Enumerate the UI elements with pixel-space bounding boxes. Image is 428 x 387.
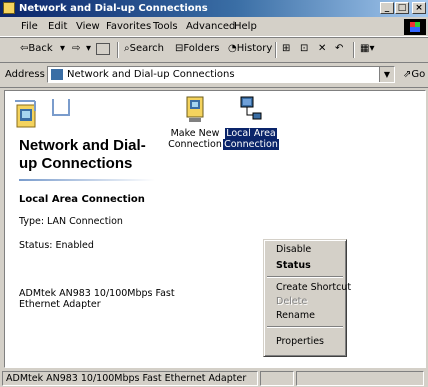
- ctx-create-shortcut[interactable]: Create Shortcut: [276, 282, 351, 293]
- window-title: Network and Dial-up Connections: [19, 3, 208, 14]
- page-title: Network and Dial-up Connections: [19, 137, 146, 172]
- status-bar: ADMtek AN983 10/100Mbps Fast Ethernet Ad…: [0, 370, 428, 387]
- ctx-status[interactable]: Status: [276, 260, 311, 271]
- menu-file[interactable]: File: [21, 21, 38, 32]
- address-input[interactable]: Network and Dial-up Connections ▼: [47, 66, 395, 83]
- status-text: ADMtek AN983 10/100Mbps Fast Ethernet Ad…: [2, 371, 258, 386]
- menu-favorites[interactable]: Favorites: [106, 21, 151, 32]
- ctx-separator: [267, 326, 343, 328]
- ctx-disable[interactable]: Disable: [276, 244, 311, 255]
- address-dropdown-button[interactable]: ▼: [379, 67, 394, 82]
- address-value: Network and Dial-up Connections: [67, 69, 235, 80]
- up-folder-icon[interactable]: [96, 43, 110, 55]
- menu-edit[interactable]: Edit: [48, 21, 67, 32]
- forward-dropdown-arrow[interactable]: ▾: [86, 43, 91, 54]
- menu-view[interactable]: View: [76, 21, 100, 32]
- menu-help[interactable]: Help: [234, 21, 257, 32]
- local-area-connection-label-1: Local Area: [225, 128, 277, 139]
- make-new-connection-label-1: Make New: [170, 128, 220, 139]
- menu-advanced[interactable]: Advanced: [186, 21, 235, 32]
- title-bar[interactable]: Network and Dial-up Connections _ □ ×: [0, 0, 428, 17]
- context-menu: Disable Status Create Shortcut Delete Re…: [263, 239, 351, 357]
- back-dropdown-arrow[interactable]: ▾: [60, 43, 65, 54]
- menu-tools[interactable]: Tools: [153, 21, 178, 32]
- address-bar: Address Network and Dial-up Connections …: [0, 63, 428, 88]
- details-status: Status: Enabled: [19, 240, 94, 251]
- minimize-button[interactable]: _: [380, 2, 394, 14]
- local-area-connection-item[interactable]: Local Area Connection: [221, 95, 281, 150]
- delete-icon[interactable]: ✕: [318, 43, 326, 54]
- history-button[interactable]: ◔History: [228, 43, 272, 54]
- toolbar-separator: [117, 42, 119, 58]
- details-heading: Local Area Connection: [19, 194, 145, 205]
- ctx-rename[interactable]: Rename: [276, 310, 315, 321]
- go-button[interactable]: ⇗Go: [403, 69, 425, 80]
- title-divider: [19, 179, 155, 181]
- status-cell-empty: [260, 371, 294, 386]
- ctx-separator: [267, 276, 343, 278]
- local-area-connection-icon: [240, 96, 262, 120]
- details-adapter: ADMtek AN983 10/100Mbps Fast Ethernet Ad…: [19, 288, 175, 310]
- history-label: History: [236, 43, 273, 54]
- history-icon: ◔: [228, 43, 237, 54]
- menu-bar: File Edit View Favorites Tools Advanced …: [0, 18, 428, 37]
- maximize-button[interactable]: □: [395, 2, 409, 14]
- windows-logo-icon: [404, 19, 426, 35]
- folders-label: Folders: [183, 43, 220, 54]
- folder-view[interactable]: Network and Dial-up Connections Local Ar…: [4, 90, 426, 368]
- network-folder-icon: [51, 69, 63, 80]
- copy-to-icon[interactable]: ⊡: [300, 43, 308, 54]
- network-connections-banner-icon: [15, 99, 70, 128]
- move-to-icon[interactable]: ⊞: [282, 43, 290, 54]
- standard-toolbar: ⇦Back ▾ ⇨ ▾ ⌕Search ⊟Folders ◔History ⊞ …: [0, 37, 428, 63]
- make-new-connection-item[interactable]: Make New Connection: [165, 95, 225, 150]
- toolbar-separator: [353, 42, 355, 58]
- search-label: Search: [129, 43, 164, 54]
- make-new-connection-icon: [186, 96, 204, 122]
- ctx-properties[interactable]: Properties: [276, 336, 324, 347]
- back-button[interactable]: ⇦Back: [20, 43, 53, 54]
- go-label: Go: [411, 69, 426, 80]
- forward-button[interactable]: ⇨: [72, 43, 80, 54]
- close-button[interactable]: ×: [412, 2, 426, 14]
- search-button[interactable]: ⌕Search: [124, 43, 164, 54]
- local-area-connection-label-2: Connection: [223, 139, 279, 150]
- make-new-connection-label-2: Connection: [168, 139, 222, 150]
- folders-button[interactable]: ⊟Folders: [175, 43, 220, 54]
- explorer-window: Network and Dial-up Connections _ □ × Fi…: [0, 0, 428, 387]
- undo-icon[interactable]: ↶: [335, 43, 343, 54]
- views-icon[interactable]: ▦▾: [360, 43, 374, 54]
- address-label: Address: [5, 69, 45, 80]
- ctx-delete: Delete: [276, 296, 308, 307]
- network-folder-icon: [3, 2, 15, 14]
- toolbar-separator: [275, 42, 277, 58]
- details-type: Type: LAN Connection: [19, 216, 123, 227]
- status-cell-empty: [296, 371, 424, 386]
